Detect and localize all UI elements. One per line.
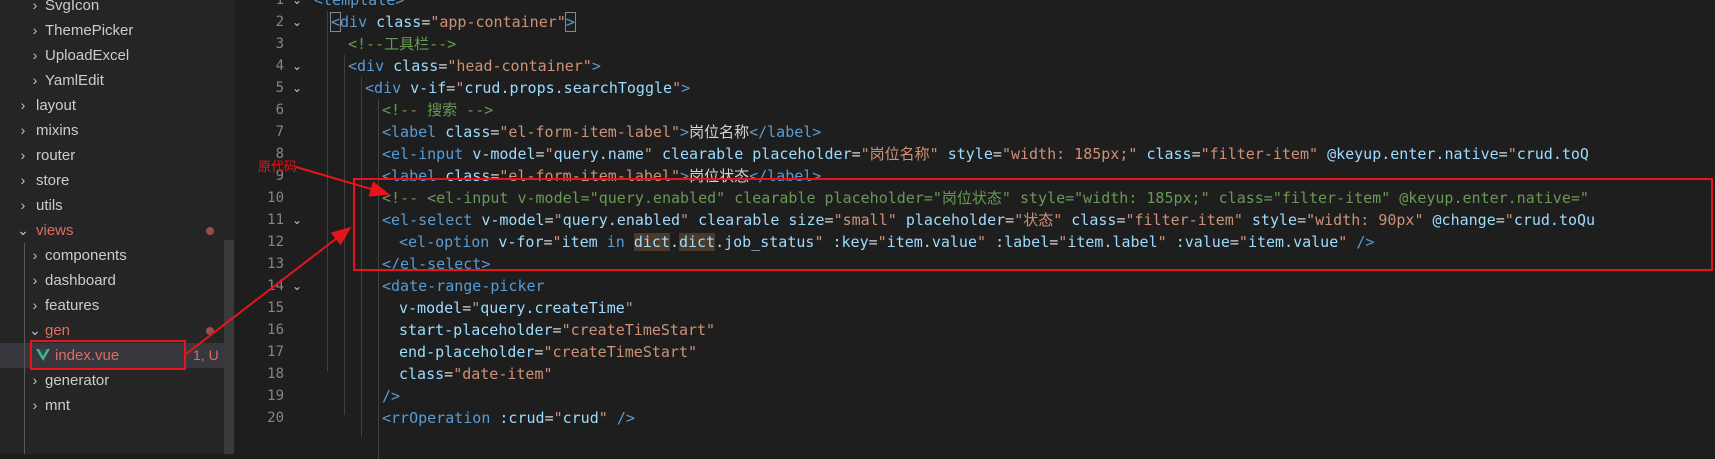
folder-item-generator[interactable]: › generator <box>0 368 234 393</box>
indent-guide <box>378 99 379 459</box>
tree-item-label: layout <box>36 97 77 114</box>
line-number: 12 <box>267 234 284 250</box>
folder-item-store[interactable]: › store <box>0 168 234 193</box>
chevron-right-icon: › <box>20 197 26 213</box>
folder-item-dashboard[interactable]: › dashboard <box>0 268 234 293</box>
tree-item-label: features <box>45 297 100 314</box>
chevron-right-icon: › <box>32 0 38 13</box>
code-line[interactable]: <!--工具栏--> <box>348 33 456 55</box>
code-line[interactable]: <div class="head-container"> <box>348 55 601 77</box>
chevron-right-icon: › <box>32 72 38 88</box>
tree-item-label: router <box>36 147 76 164</box>
fold-chevron-icon[interactable]: ⌄ <box>292 77 306 99</box>
tree-item-label: store <box>36 172 70 189</box>
code-line[interactable]: <template> <box>314 0 404 11</box>
tree-item-label: views <box>36 222 74 239</box>
tree-item-label: mixins <box>36 122 79 139</box>
indent-guide <box>344 55 345 415</box>
explorer-scrollbar[interactable] <box>224 240 234 454</box>
tree-item-label: YamlEdit <box>45 72 104 89</box>
line-number: 17 <box>267 344 284 360</box>
tree-item-label: components <box>45 247 127 264</box>
annotation-label: 原代码 <box>258 160 298 175</box>
folder-item-views[interactable]: ⌄ views <box>0 218 234 243</box>
modified-dot-icon <box>206 327 214 335</box>
tree-item-label: mnt <box>45 397 71 414</box>
chevron-right-icon: › <box>32 372 38 388</box>
code-line[interactable]: <label class="el-form-item-label">岗位名称</… <box>382 121 821 143</box>
chevron-right-icon: › <box>32 47 38 63</box>
line-number: 1 <box>275 0 284 8</box>
code-line[interactable]: <!-- 搜索 --> <box>382 99 493 121</box>
folder-item-router[interactable]: › router <box>0 143 234 168</box>
tree-item-label: utils <box>36 197 63 214</box>
fold-chevron-icon[interactable]: ⌄ <box>292 11 306 33</box>
line-number: 19 <box>267 388 284 404</box>
code-line[interactable]: <el-input v-model="query.name" clearable… <box>382 143 1589 165</box>
line-number: 10 <box>267 190 284 206</box>
line-number: 4 <box>275 58 284 74</box>
indent-guide <box>327 11 328 371</box>
code-line[interactable]: <rrOperation :crud="crud" /> <box>382 407 635 429</box>
index-vue-highlight-box <box>30 340 186 370</box>
tree-indent-guide <box>24 243 25 454</box>
code-line[interactable]: /> <box>382 385 400 407</box>
modified-dot-icon <box>206 227 214 235</box>
explorer-sidebar: › SvgIcon › ThemePicker › UploadExcel › YamlEdi… <box>0 0 234 454</box>
chevron-down-icon: ⌄ <box>17 222 29 238</box>
fold-chevron-icon[interactable]: ⌄ <box>292 0 306 11</box>
chevron-right-icon: › <box>32 297 38 313</box>
folder-item-svgicon[interactable]: › SvgIcon <box>0 0 234 18</box>
line-number: 16 <box>267 322 284 338</box>
code-line[interactable]: <div class="app-container"> <box>329 11 576 33</box>
folder-item-themepicker[interactable]: › ThemePicker <box>0 18 234 43</box>
line-number: 20 <box>267 410 284 426</box>
line-number: 7 <box>275 124 284 140</box>
chevron-right-icon: › <box>32 397 38 413</box>
code-line[interactable]: end-placeholder="createTimeStart" <box>399 341 697 363</box>
folder-item-mixins[interactable]: › mixins <box>0 118 234 143</box>
chevron-right-icon: › <box>32 272 38 288</box>
fold-chevron-icon[interactable]: ⌄ <box>292 209 306 231</box>
folder-item-features[interactable]: › features <box>0 293 234 318</box>
folder-item-yamledit[interactable]: › YamlEdit <box>0 68 234 93</box>
code-line[interactable]: class="date-item" <box>399 363 553 385</box>
tree-item-label: generator <box>45 372 110 389</box>
tree-item-label: UploadExcel <box>45 47 130 64</box>
folder-item-mnt[interactable]: › mnt <box>0 393 234 418</box>
tree-item-label: ThemePicker <box>45 22 134 39</box>
chevron-right-icon: › <box>20 122 26 138</box>
folder-item-uploadexcel[interactable]: › UploadExcel <box>0 43 234 68</box>
chevron-right-icon: › <box>32 22 38 38</box>
line-number: 15 <box>267 300 284 316</box>
line-number: 6 <box>275 102 284 118</box>
line-number: 5 <box>275 80 284 96</box>
chevron-right-icon: › <box>20 97 26 113</box>
chevron-right-icon: › <box>20 147 26 163</box>
line-number: 11 <box>267 212 284 228</box>
code-line[interactable]: <date-range-picker <box>382 275 545 297</box>
fold-chevron-icon[interactable]: ⌄ <box>292 55 306 77</box>
chevron-right-icon: › <box>32 247 38 263</box>
folder-item-utils[interactable]: › utils <box>0 193 234 218</box>
code-line[interactable]: start-placeholder="createTimeStart" <box>399 319 715 341</box>
line-number: 18 <box>267 366 284 382</box>
status-badge: 1, U <box>193 347 219 363</box>
line-number: 14 <box>267 278 284 294</box>
folder-item-components[interactable]: › components <box>0 243 234 268</box>
line-number: 3 <box>275 36 284 52</box>
chevron-right-icon: › <box>20 172 26 188</box>
line-number: 13 <box>267 256 284 272</box>
code-line[interactable]: <div v-if="crud.props.searchToggle"> <box>365 77 690 99</box>
folder-item-layout[interactable]: › layout <box>0 93 234 118</box>
fold-chevron-icon[interactable]: ⌄ <box>292 275 306 297</box>
code-line[interactable]: v-model="query.createTime" <box>399 297 634 319</box>
tree-item-label: SvgIcon <box>45 0 100 14</box>
line-number: 2 <box>275 14 284 30</box>
tree-item-label: dashboard <box>45 272 116 289</box>
code-highlight-box <box>353 178 1713 271</box>
